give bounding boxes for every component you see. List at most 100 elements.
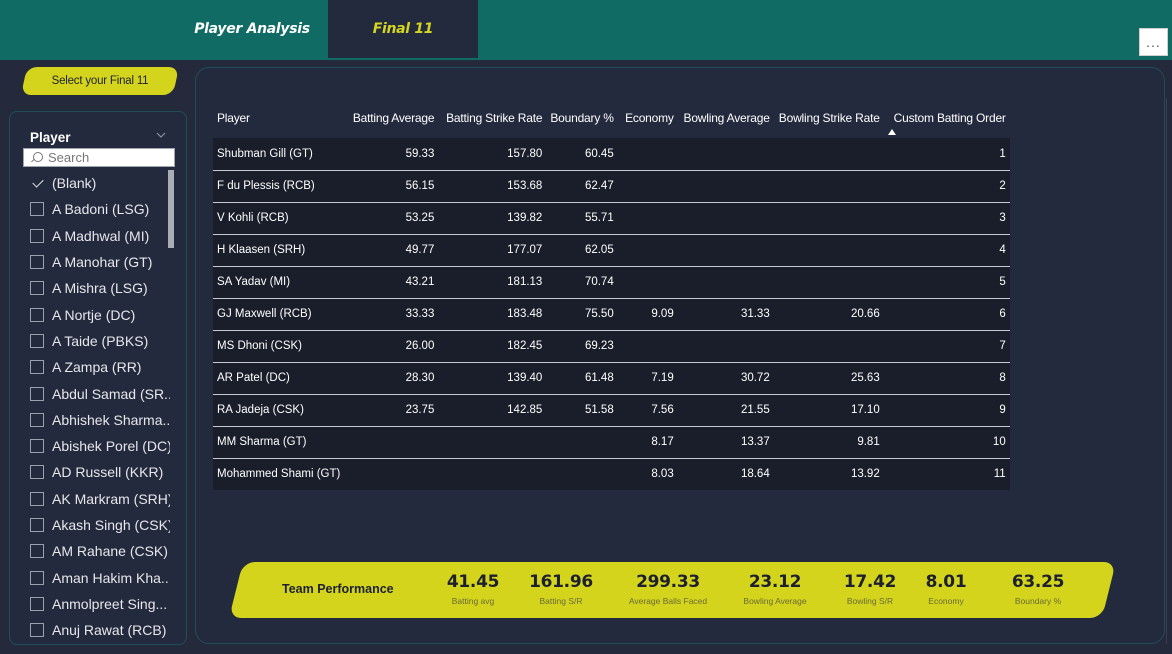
table-cell: 9.81 xyxy=(773,426,884,459)
checkbox[interactable] xyxy=(30,544,44,559)
list-item-label: A Manohar (GT) xyxy=(52,254,153,271)
kpi-card: 299.33 Average Balls Faced xyxy=(623,572,713,606)
checkbox[interactable] xyxy=(30,333,44,348)
list-item[interactable]: AM Rahane (CSK) xyxy=(30,538,170,564)
checkbox[interactable] xyxy=(30,491,44,506)
table-cell: 9 xyxy=(883,394,1010,427)
list-item[interactable]: A Madhwal (MI) xyxy=(30,223,170,249)
list-item-label: Anmolpreet Sing... xyxy=(52,595,168,612)
list-item[interactable]: Aman Hakim Kha... xyxy=(30,564,170,590)
column-header[interactable]: Boundary % xyxy=(546,98,617,138)
table-cell: 62.47 xyxy=(546,170,618,203)
table-cell: 28.30 xyxy=(344,362,439,395)
list-item[interactable]: Akash Singh (CSK) xyxy=(30,512,170,538)
column-header[interactable]: Player xyxy=(213,98,344,138)
checkbox[interactable] xyxy=(30,465,44,480)
list-item[interactable]: A Manohar (GT) xyxy=(30,249,170,275)
table-cell: 2 xyxy=(883,170,1010,203)
list-item[interactable]: A Nortje (DC) xyxy=(30,301,170,327)
list-item[interactable]: AD Russell (KKR) xyxy=(30,459,170,485)
kpi-card: 23.12 Bowling Average xyxy=(730,572,820,606)
list-item-label: Anuj Rawat (RCB) xyxy=(52,622,167,639)
table-cell: 51.58 xyxy=(546,394,618,427)
checkbox[interactable] xyxy=(30,570,44,585)
list-item-label: Abishek Porel (DC) xyxy=(52,438,170,455)
kpi-value: 63.25 xyxy=(1011,572,1065,592)
table-cell: H Klaasen (SRH) xyxy=(213,234,345,267)
table-cell: 53.25 xyxy=(344,202,439,235)
list-item[interactable]: A Mishra (LSG) xyxy=(30,275,170,301)
list-item[interactable]: Abishek Porel (DC) xyxy=(30,433,170,459)
list-item[interactable]: Abhishek Sharma... xyxy=(30,407,170,433)
list-item[interactable]: Anuj Rawat (RCB) xyxy=(30,617,170,643)
tab-final-11[interactable]: Final 11 xyxy=(328,0,478,58)
table-row: V Kohli (RCB) 53.25 139.82 55.71 3 xyxy=(213,202,1010,235)
table-cell: 8.17 xyxy=(617,426,678,459)
list-item-label: Akash Singh (CSK) xyxy=(52,517,170,533)
table-cell: 7 xyxy=(883,330,1010,363)
table-cell xyxy=(677,234,774,267)
checkbox[interactable] xyxy=(30,360,44,375)
list-item[interactable]: A Taide (PBKS) xyxy=(30,328,170,354)
checkbox[interactable] xyxy=(30,439,44,454)
tab-player-analysis[interactable]: Player Analysis xyxy=(184,0,320,58)
column-header[interactable]: Custom Batting Order xyxy=(884,98,1010,138)
scrollbar[interactable] xyxy=(168,170,174,248)
checkbox[interactable] xyxy=(30,202,44,217)
checkbox[interactable] xyxy=(30,255,44,270)
table-cell: 13.92 xyxy=(773,458,884,490)
column-header[interactable]: Batting Strike Rate xyxy=(438,98,546,138)
list-item[interactable]: Abdul Samad (SR... xyxy=(30,380,170,406)
search-box[interactable] xyxy=(23,148,175,167)
search-input[interactable] xyxy=(48,150,168,165)
checkbox[interactable] xyxy=(30,281,44,296)
table-cell: 153.68 xyxy=(438,170,547,203)
column-header[interactable]: Bowling Average xyxy=(678,98,774,138)
list-item[interactable]: AK Markram (SRH) xyxy=(30,486,170,512)
chevron-down-icon[interactable] xyxy=(156,131,166,141)
more-options-icon[interactable]: ... xyxy=(1139,28,1168,56)
checkbox[interactable] xyxy=(30,307,44,322)
table-cell: Mohammed Shami (GT) xyxy=(213,458,345,490)
list-item-label: AD Russell (KKR) xyxy=(52,464,164,481)
checkbox[interactable] xyxy=(30,412,44,427)
checkbox[interactable] xyxy=(30,623,44,638)
table-row: Shubman Gill (GT) 59.33 157.80 60.45 1 xyxy=(213,138,1010,171)
column-header[interactable]: Bowling Strike Rate xyxy=(774,98,884,138)
table-cell xyxy=(344,458,439,490)
table-cell: 182.45 xyxy=(438,330,547,363)
column-header[interactable]: Batting Average xyxy=(344,98,438,138)
table-cell: 4 xyxy=(883,234,1010,267)
table-cell: 43.21 xyxy=(344,266,439,299)
sort-ascending-icon xyxy=(887,129,896,135)
table-cell: F du Plessis (RCB) xyxy=(213,170,345,203)
list-item[interactable]: (Blank) xyxy=(30,170,170,196)
table-cell: 56.15 xyxy=(344,170,439,203)
checkbox[interactable] xyxy=(30,596,44,611)
column-header[interactable]: Economy xyxy=(618,98,678,138)
table-cell xyxy=(438,458,547,490)
table-cell: 60.45 xyxy=(546,138,618,171)
list-item[interactable]: A Zampa (RR) xyxy=(30,354,170,380)
list-item[interactable]: Anmolpreet Sing... xyxy=(30,591,170,617)
checkbox[interactable] xyxy=(30,518,44,532)
table-cell: 49.77 xyxy=(344,234,439,267)
table-cell: MM Sharma (GT) xyxy=(213,426,345,459)
select-final-11-button[interactable]: Select your Final 11 xyxy=(21,67,179,95)
checkbox[interactable] xyxy=(30,386,44,401)
kpi-label: Boundary % xyxy=(1014,596,1062,606)
list-item-label: A Taide (PBKS) xyxy=(52,332,149,349)
table-row: AR Patel (DC) 28.30 139.40 61.48 7.19 30.72 25… xyxy=(213,362,1010,395)
table-cell xyxy=(617,170,678,203)
table-cell: 13.37 xyxy=(677,426,774,459)
checkbox[interactable] xyxy=(30,228,44,243)
list-item[interactable]: A Badoni (LSG) xyxy=(30,196,170,222)
checkmark-icon[interactable] xyxy=(30,176,44,190)
table-cell: 11 xyxy=(883,458,1010,490)
table-row: RA Jadeja (CSK) 23.75 142.85 51.58 7.56 21.55… xyxy=(213,394,1010,427)
kpi-label: Average Balls Faced xyxy=(628,596,708,606)
table-cell xyxy=(773,330,884,363)
kpi-value: 299.33 xyxy=(636,572,700,592)
list-item-label: (Blank) xyxy=(52,175,97,192)
table-cell: 7.56 xyxy=(617,394,678,427)
